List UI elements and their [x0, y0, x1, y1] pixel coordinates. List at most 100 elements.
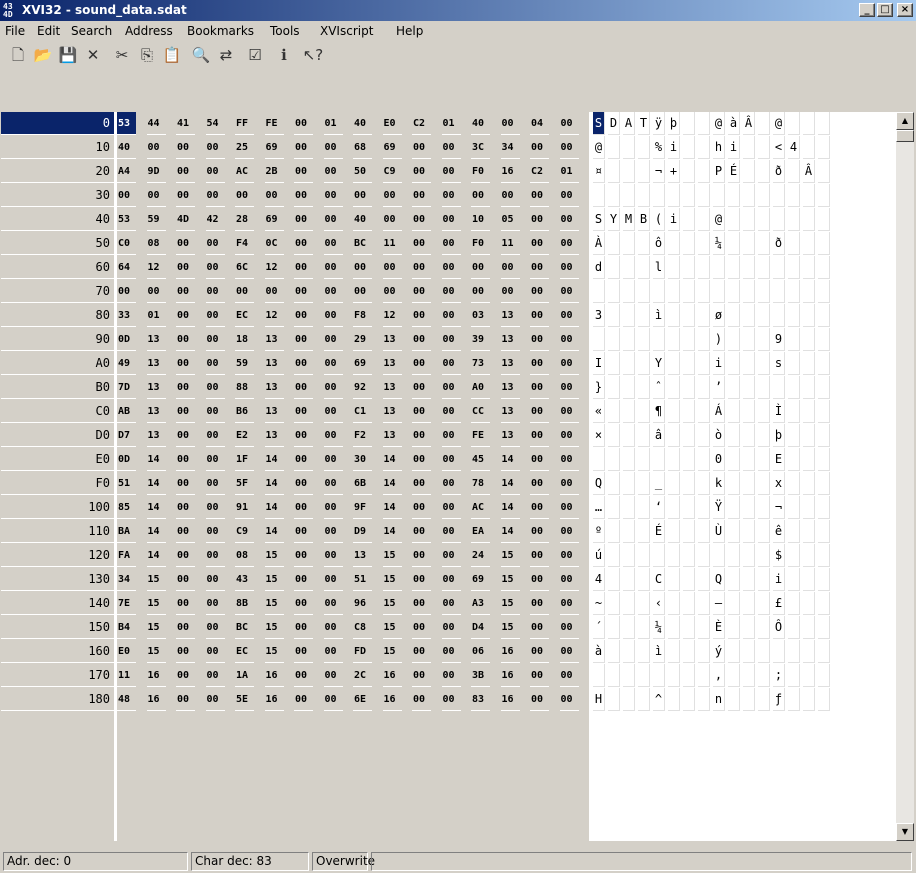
char-cell[interactable] [728, 640, 740, 663]
hex-byte-cell[interactable]: 08 [146, 232, 166, 255]
char-cell[interactable] [698, 568, 710, 591]
hex-byte-cell[interactable]: 00 [323, 520, 343, 543]
hex-byte-cell[interactable]: 13 [264, 400, 284, 423]
hex-byte-cell[interactable]: A3 [471, 592, 490, 615]
hex-byte-cell[interactable]: C2 [412, 112, 431, 135]
hex-byte-cell[interactable]: 00 [294, 616, 313, 639]
char-cell[interactable] [698, 640, 710, 663]
char-cell[interactable] [773, 256, 785, 279]
hex-byte-cell[interactable]: 13 [146, 376, 166, 399]
char-cell[interactable] [788, 328, 800, 351]
hex-byte-cell[interactable]: 00 [559, 424, 579, 447]
hex-byte-cell[interactable]: 00 [205, 328, 225, 351]
char-cell[interactable]: 0 [713, 448, 725, 471]
hex-byte-cell[interactable]: F0 [471, 160, 490, 183]
char-cell[interactable] [623, 544, 635, 567]
hex-byte-cell[interactable]: 00 [176, 592, 195, 615]
hex-byte-cell[interactable]: 00 [323, 472, 343, 495]
hex-byte-cell[interactable]: 00 [294, 520, 313, 543]
hex-byte-cell[interactable]: 59 [235, 352, 254, 375]
hex-byte-cell[interactable]: 2C [353, 664, 372, 687]
char-cell[interactable] [788, 112, 800, 135]
char-cell[interactable]: 3 [593, 304, 605, 327]
char-cell[interactable] [743, 184, 755, 207]
char-cell[interactable] [623, 568, 635, 591]
menu-help[interactable]: Help [396, 24, 423, 38]
char-cell[interactable] [593, 328, 605, 351]
char-cell[interactable] [788, 352, 800, 375]
hex-byte-cell[interactable]: 00 [412, 472, 431, 495]
char-cell[interactable] [743, 472, 755, 495]
hex-byte-cell[interactable]: 00 [530, 616, 549, 639]
char-cell[interactable] [698, 496, 710, 519]
char-cell[interactable] [743, 688, 755, 711]
char-cell[interactable]: ô [653, 232, 665, 255]
char-cell[interactable] [638, 592, 650, 615]
maximize-button[interactable]: □ [877, 3, 893, 17]
hex-byte-cell[interactable]: 00 [412, 496, 431, 519]
hex-byte-cell[interactable]: 00 [559, 184, 579, 207]
char-cell[interactable] [698, 400, 710, 423]
char-cell[interactable] [803, 184, 815, 207]
hex-byte-cell[interactable]: D4 [471, 616, 490, 639]
hex-byte-cell[interactable]: 00 [294, 448, 313, 471]
hex-byte-cell[interactable]: 15 [264, 544, 284, 567]
menu-xviscript[interactable]: XVIscript [320, 24, 373, 38]
char-cell[interactable] [623, 160, 635, 183]
char-cell[interactable]: D [608, 112, 620, 135]
hex-byte-cell[interactable]: 00 [205, 448, 225, 471]
hex-byte-cell[interactable]: 00 [441, 616, 461, 639]
char-cell[interactable] [698, 376, 710, 399]
char-cell[interactable] [638, 376, 650, 399]
hex-byte-cell[interactable]: 00 [382, 280, 402, 303]
char-cell[interactable] [623, 520, 635, 543]
hex-byte-cell[interactable]: 12 [382, 304, 402, 327]
hex-byte-cell[interactable]: 00 [353, 280, 372, 303]
char-cell[interactable] [638, 448, 650, 471]
char-cell[interactable]: É [653, 520, 665, 543]
char-cell[interactable] [728, 304, 740, 327]
char-cell[interactable]: n [713, 688, 725, 711]
char-cell[interactable] [803, 256, 815, 279]
hex-byte-cell[interactable]: FD [353, 640, 372, 663]
char-cell[interactable]: È [713, 616, 725, 639]
hex-byte-cell[interactable]: 00 [323, 232, 343, 255]
hex-byte-cell[interactable]: 01 [323, 112, 343, 135]
char-cell[interactable] [758, 688, 770, 711]
hex-byte-cell[interactable]: 00 [176, 496, 195, 519]
char-cell[interactable] [683, 208, 695, 231]
hex-byte-cell[interactable]: 00 [323, 400, 343, 423]
hex-byte-cell[interactable]: 00 [530, 352, 549, 375]
hex-byte-cell[interactable]: 00 [353, 256, 372, 279]
char-cell[interactable] [638, 184, 650, 207]
char-cell[interactable] [698, 688, 710, 711]
char-cell[interactable] [818, 616, 830, 639]
hex-byte-cell[interactable]: 00 [441, 496, 461, 519]
char-cell[interactable] [773, 640, 785, 663]
char-cell[interactable] [698, 616, 710, 639]
char-cell[interactable]: à [728, 112, 740, 135]
char-cell[interactable] [623, 256, 635, 279]
hex-byte-cell[interactable]: 15 [382, 544, 402, 567]
char-cell[interactable] [818, 208, 830, 231]
char-cell[interactable] [638, 256, 650, 279]
hex-byte-cell[interactable]: 00 [294, 664, 313, 687]
hex-byte-cell[interactable]: 53 [117, 112, 136, 135]
char-cell[interactable] [593, 664, 605, 687]
hex-byte-cell[interactable]: 00 [441, 184, 461, 207]
char-cell[interactable]: S [593, 112, 605, 135]
hex-byte-cell[interactable]: 15 [382, 640, 402, 663]
char-cell[interactable] [728, 520, 740, 543]
hex-byte-cell[interactable]: F4 [235, 232, 254, 255]
char-cell[interactable] [698, 256, 710, 279]
char-cell[interactable] [758, 520, 770, 543]
char-cell[interactable] [788, 280, 800, 303]
hex-byte-cell[interactable]: 00 [294, 472, 313, 495]
hex-byte-cell[interactable]: 13 [500, 304, 520, 327]
hex-area[interactable]: 53 44 41 54 FF FE 00 01 40 E0 C2 01 40 00 04 00 40 00 00 00… [117, 112, 589, 841]
hex-byte-cell[interactable]: 00 [441, 544, 461, 567]
char-cell[interactable] [818, 472, 830, 495]
hex-byte-cell[interactable]: 0D [117, 328, 136, 351]
char-cell[interactable] [728, 688, 740, 711]
hex-byte-cell[interactable]: 00 [176, 520, 195, 543]
